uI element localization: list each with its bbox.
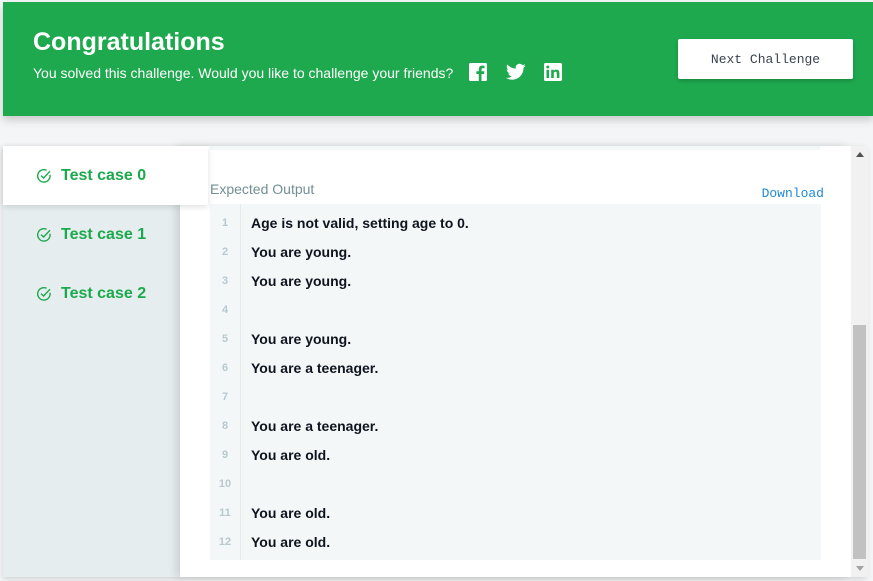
output-line: 1 Age is not valid, setting age to 0. [210, 208, 821, 237]
scroll-down-button[interactable] [851, 560, 868, 577]
line-text: You are young. [251, 272, 352, 289]
line-number: 4 [221, 303, 229, 316]
banner-title: Congratulations [33, 28, 225, 56]
test-case-tab-1[interactable]: Test case 1 [3, 205, 180, 264]
line-text: You are old. [251, 533, 331, 550]
linkedin-share-button[interactable] [543, 62, 563, 82]
line-text: You are old. [251, 504, 331, 521]
output-line: 10 [210, 469, 821, 498]
output-line: 3 You are young. [210, 266, 821, 295]
arrow-up-icon [855, 152, 864, 157]
line-number: 10 [218, 477, 232, 490]
output-line: 12 You are old. [210, 527, 821, 556]
check-circle-icon [36, 168, 52, 184]
linkedin-icon [544, 63, 562, 81]
line-number: 2 [221, 245, 229, 258]
scrollbar-thumb[interactable] [853, 325, 866, 559]
line-number: 11 [219, 506, 231, 519]
facebook-share-button[interactable] [468, 62, 488, 82]
vertical-scrollbar[interactable] [851, 146, 868, 577]
twitter-icon [506, 63, 526, 80]
next-challenge-button[interactable]: Next Challenge [678, 39, 853, 79]
line-text: You are young. [251, 243, 352, 260]
check-circle-icon [36, 227, 52, 243]
download-link[interactable]: Download [762, 186, 824, 201]
line-number: 7 [221, 390, 229, 403]
test-case-tab-2[interactable]: Test case 2 [3, 264, 180, 323]
expected-output-label: Expected Output [210, 181, 315, 197]
congratulations-banner: Congratulations You solved this challeng… [3, 2, 873, 116]
line-text: Age is not valid, setting age to 0. [251, 214, 469, 231]
output-line: 11 You are old. [210, 498, 821, 527]
scroll-up-button[interactable] [851, 146, 868, 163]
line-number: 3 [221, 274, 229, 287]
output-line: 4 [210, 295, 821, 324]
test-case-label: Test case 2 [61, 284, 147, 302]
expected-output-code: 1 Age is not valid, setting age to 0. 2 You… [210, 204, 821, 560]
banner-subtitle: You solved this challenge. Would you lik… [33, 65, 454, 81]
test-case-label: Test case 1 [61, 225, 147, 243]
output-line: 5 You are young. [210, 324, 821, 353]
test-case-tab-0[interactable]: Test case 0 [3, 146, 208, 205]
output-content: Expected Output Download 1 Age is not val… [180, 146, 850, 577]
output-line: 9 You are old. [210, 440, 821, 469]
previous-section-edge [210, 146, 820, 150]
check-circle-icon [36, 286, 52, 302]
line-number: 9 [221, 448, 229, 461]
line-text: You are a teenager. [251, 359, 379, 376]
output-line: 6 You are a teenager. [210, 353, 821, 382]
line-number: 8 [221, 419, 229, 432]
line-text: You are old. [251, 446, 331, 463]
line-number: 1 [221, 216, 229, 229]
output-line: 2 You are young. [210, 237, 821, 266]
line-text: You are young. [251, 330, 352, 347]
line-text: You are a teenager. [251, 417, 379, 434]
arrow-down-icon [855, 566, 864, 571]
output-line: 7 [210, 382, 821, 411]
line-number: 6 [221, 361, 229, 374]
facebook-icon [469, 63, 487, 81]
line-number: 12 [218, 535, 232, 548]
twitter-share-button[interactable] [506, 62, 526, 82]
output-line: 8 You are a teenager. [210, 411, 821, 440]
test-case-label: Test case 0 [61, 166, 147, 184]
line-number: 5 [221, 332, 229, 345]
